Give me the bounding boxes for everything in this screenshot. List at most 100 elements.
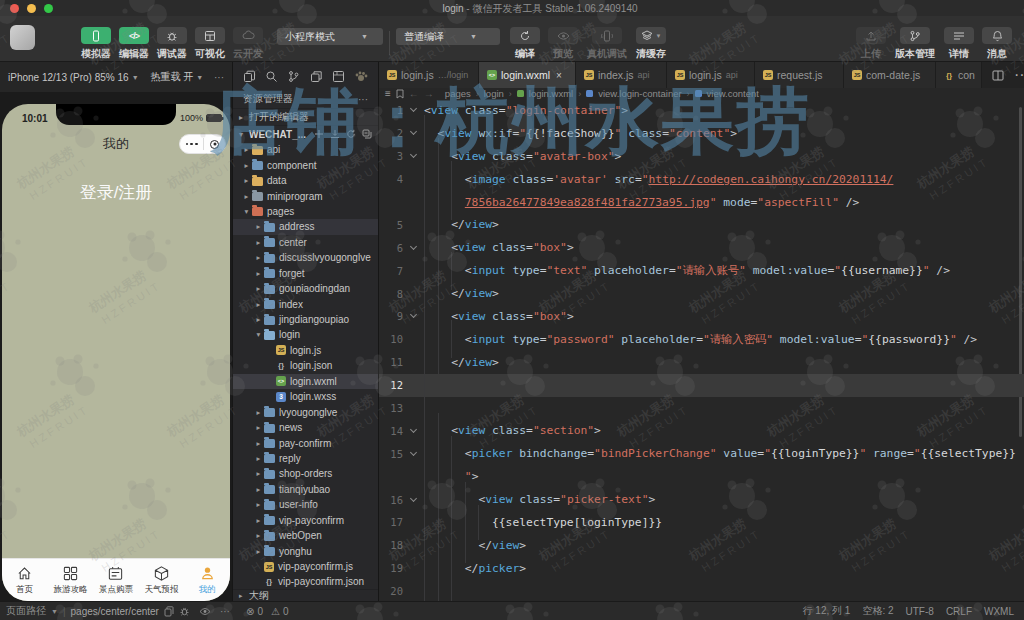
code-line-16[interactable]: 16 <view class="picker-text"> [379, 488, 1024, 511]
code-line-18[interactable]: 18 </view> [379, 534, 1024, 557]
code-line-10[interactable]: 10 <input type="password" placeholder="请… [379, 328, 1024, 351]
tree-item-address[interactable]: ▸address [233, 219, 378, 234]
tab-com-date.js[interactable]: JScom-date.js [844, 62, 936, 88]
tree-arrow-icon[interactable]: ▸ [253, 531, 264, 540]
code-line-12[interactable]: 12 [379, 374, 1024, 397]
tree-item-pay-confirm[interactable]: ▸pay-confirm [233, 435, 378, 450]
tree-arrow-icon[interactable]: ▸ [253, 439, 264, 448]
code-line-wrap[interactable]: "> [379, 465, 1024, 488]
code-line-14[interactable]: 14 <view class="section"> [379, 419, 1024, 442]
collapse-all-icon[interactable] [362, 129, 372, 139]
code-line-4[interactable]: 4 <image class='avatar' src="http://code… [379, 168, 1024, 191]
simulator-button[interactable]: 模拟器 [77, 27, 115, 61]
visualization-button[interactable]: 可视化 [191, 27, 229, 61]
outline-section[interactable]: ▸大纲 [233, 589, 378, 601]
fold-icon[interactable] [403, 499, 424, 501]
tree-item-jingdiangoupiao[interactable]: ▸jingdiangoupiao [233, 312, 378, 327]
tree-item-goupiaodingdan[interactable]: ▸goupiaodingdan [233, 281, 378, 296]
tree-arrow-icon[interactable]: ▸ [253, 500, 264, 509]
fold-icon[interactable] [403, 453, 424, 455]
search-icon[interactable] [265, 70, 278, 83]
phone-tab-天气预报[interactable]: 天气预报 [139, 559, 185, 601]
save-icon[interactable] [332, 70, 345, 83]
upload-button[interactable]: 上传 [852, 27, 890, 61]
tree-item-reply[interactable]: ▸reply [233, 451, 378, 466]
tree-item-webOpen[interactable]: ▸webOpen [233, 528, 378, 543]
code-line-2[interactable]: 2 <view wx:if="{{!faceShow}}" class="con… [379, 122, 1024, 145]
breadcrumb-item[interactable]: view.content [707, 88, 759, 99]
tree-item-lvyougonglve[interactable]: ▸lvyougonglve [233, 404, 378, 419]
status-item[interactable]: UTF-8 [906, 606, 934, 617]
code-line-9[interactable]: 9 <view class="box"> [379, 305, 1024, 328]
eye-icon[interactable] [199, 607, 211, 616]
tree-item-news[interactable]: ▸news [233, 420, 378, 435]
tree-item-vip-payconfirm[interactable]: ▸vip-payconfirm [233, 513, 378, 528]
code-line-20[interactable]: 20 [379, 580, 1024, 601]
windows-icon[interactable] [310, 70, 323, 83]
tree-item-center[interactable]: ▸center [233, 235, 378, 250]
breadcrumb-item[interactable]: login [484, 88, 504, 99]
debugger-button[interactable]: 调试器 [153, 27, 191, 61]
forward-icon[interactable]: → [424, 88, 434, 99]
fold-icon[interactable] [403, 155, 424, 157]
version-manage-button[interactable]: 版本管理 [890, 27, 940, 61]
tree-arrow-icon[interactable]: ▸ [253, 454, 264, 463]
clear-cache-button[interactable]: ▼ 清缓存 [632, 27, 670, 61]
tree-item-login.wxml[interactable]: <>login.wxml [233, 374, 378, 389]
tree-item-user-info[interactable]: ▸user-info [233, 497, 378, 512]
code-line-11[interactable]: 11 </view> [379, 351, 1024, 374]
more-icon[interactable] [186, 143, 198, 146]
tab-con[interactable]: {}con [936, 62, 982, 88]
breadcrumb-item[interactable]: view.login-container [598, 88, 681, 99]
git-icon[interactable] [287, 70, 300, 83]
avatar[interactable] [10, 25, 35, 50]
login-register-link[interactable]: 登录/注册 [2, 181, 230, 204]
tree-item-login.wxss[interactable]: 3login.wxss [233, 389, 378, 404]
device-debug-button[interactable]: 真机调试 [582, 27, 632, 61]
status-item[interactable]: 空格: 2 [862, 604, 893, 618]
fold-icon[interactable] [403, 315, 424, 317]
phone-tab-旅游攻略[interactable]: 旅游攻略 [48, 559, 94, 601]
close-window-button[interactable] [10, 4, 19, 13]
code-line-wrap[interactable]: 7856ba26477849ea828f481fa2773a95.jpg" mo… [379, 191, 1024, 214]
bug-icon[interactable] [179, 606, 190, 617]
more-icon[interactable]: ··· [220, 606, 230, 617]
tree-item-api[interactable]: ▸api [233, 142, 378, 157]
tree-arrow-icon[interactable]: ▸ [253, 284, 264, 293]
tree-arrow-icon[interactable]: ▸ [241, 176, 252, 185]
split-editor-icon[interactable] [992, 70, 1004, 81]
hot-reload-toggle[interactable]: 热重载 开 [151, 70, 194, 84]
tree-item-vip-payconfirm.json[interactable]: {}vip-payconfirm.json [233, 574, 378, 589]
tree-item-forget[interactable]: ▸forget [233, 266, 378, 281]
tree-arrow-icon[interactable]: ▸ [253, 485, 264, 494]
code-line-8[interactable]: 8 </view> [379, 282, 1024, 305]
open-editors-section[interactable]: ▸打开的编辑器 [233, 108, 378, 125]
close-circle-icon[interactable] [210, 140, 219, 149]
tree-item-pages[interactable]: ▾pages [233, 204, 378, 219]
tree-item-discusslvyougonglve[interactable]: ▸discusslvyougonglve [233, 250, 378, 265]
tree-item-data[interactable]: ▸data [233, 173, 378, 188]
editor-button[interactable]: </> 编辑器 [115, 27, 153, 61]
tabs-more-button[interactable]: ··· [1014, 66, 1024, 84]
code-line-7[interactable]: 7 <input type="text" placeholder="请输入账号"… [379, 259, 1024, 282]
code-line-3[interactable]: 3 <view class="avatar-box"> [379, 145, 1024, 168]
details-button[interactable]: 详情 [940, 27, 978, 61]
message-button[interactable]: 消息 [978, 27, 1016, 61]
tree-arrow-icon[interactable]: ▸ [253, 315, 264, 324]
back-icon[interactable]: ← [409, 88, 419, 99]
paw-icon[interactable] [354, 70, 368, 83]
outline-list-icon[interactable]: ≡ [385, 88, 391, 99]
breadcrumb-item[interactable]: pages [445, 88, 471, 99]
code-line-1[interactable]: 1<view class="login-container"> [379, 99, 1024, 122]
page-path-label[interactable]: 页面路径 [6, 604, 46, 618]
breadcrumb-item[interactable]: login.wxml [529, 88, 573, 99]
maximize-window-button[interactable] [44, 4, 53, 13]
tab-login.js[interactable]: JSlogin.jsapi [667, 62, 755, 88]
cloud-dev-button[interactable]: 云开发 [229, 27, 267, 61]
tree-arrow-icon[interactable]: ▸ [253, 516, 264, 525]
tree-arrow-icon[interactable]: ▾ [241, 207, 252, 216]
status-item[interactable]: 行 12, 列 1 [803, 604, 851, 618]
import-icon[interactable] [330, 129, 340, 139]
tree-arrow-icon[interactable]: ▸ [253, 222, 264, 231]
phone-tab-景点购票[interactable]: 景点购票 [93, 559, 139, 601]
